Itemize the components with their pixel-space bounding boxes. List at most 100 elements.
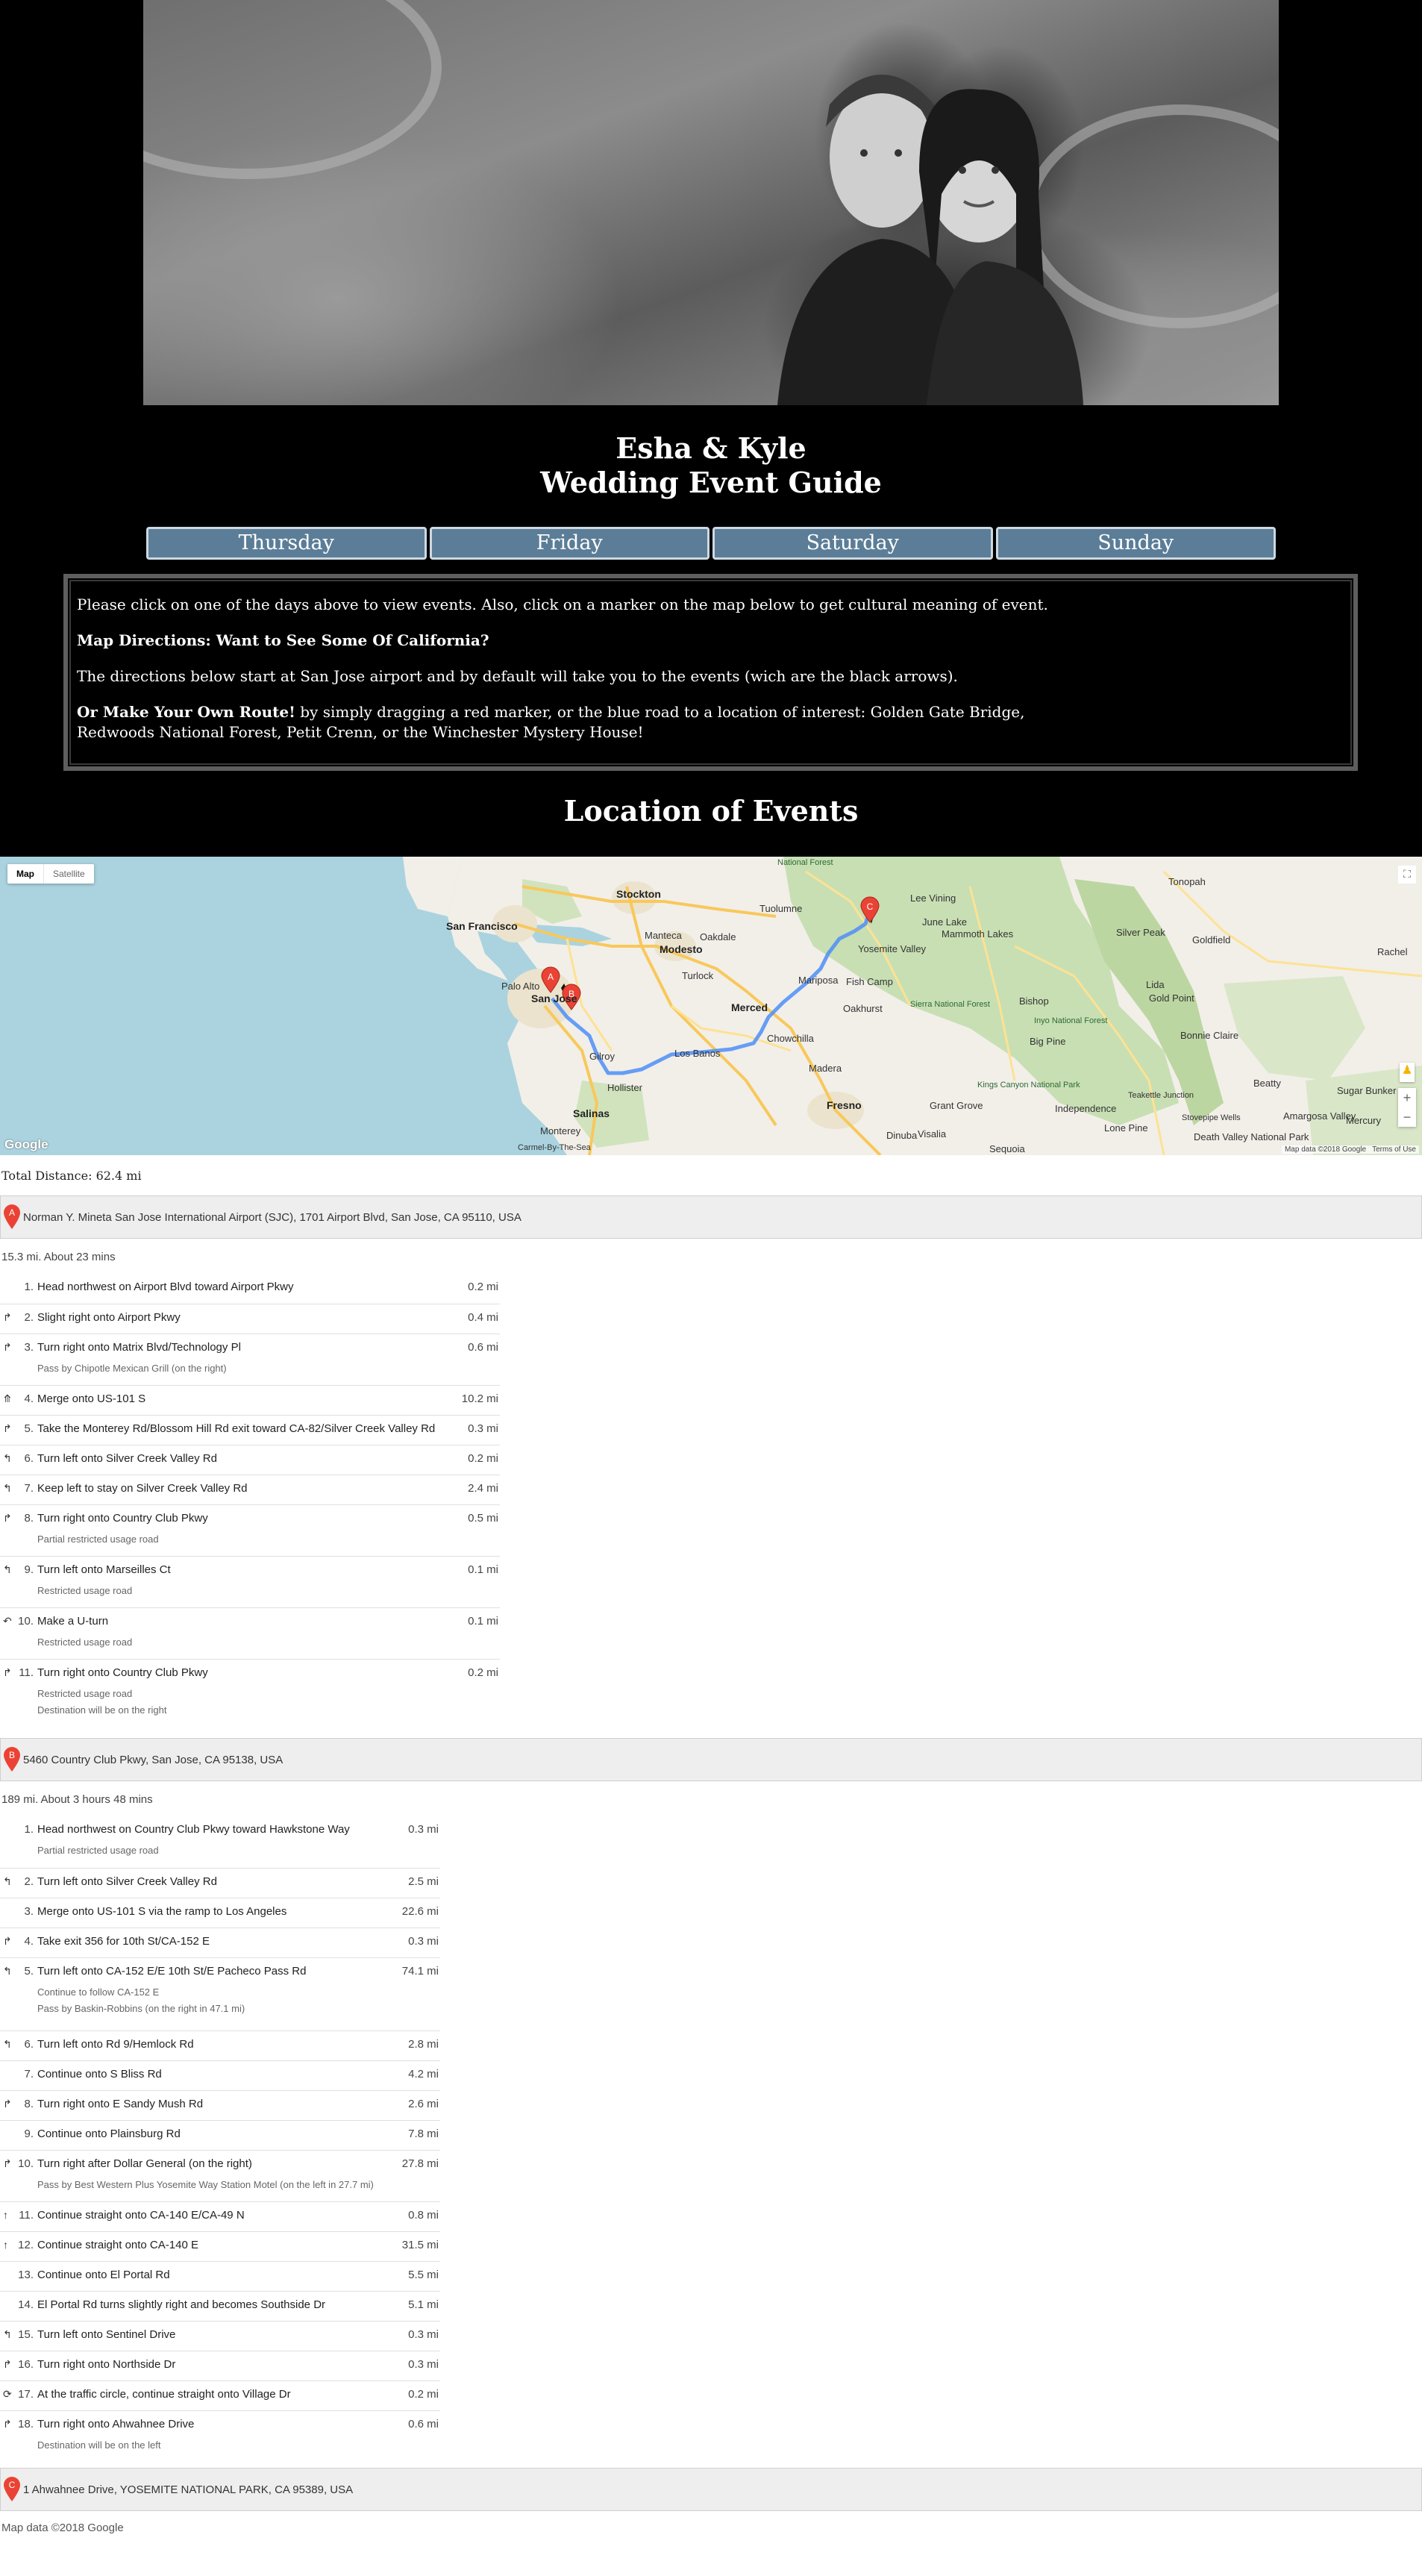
map-label: Tuolumne: [759, 903, 803, 914]
step-distance: 10.2 mi: [455, 1384, 500, 1415]
direction-step[interactable]: 1. Head northwest on Airport Blvd toward …: [0, 1274, 500, 1304]
step-number: 1.: [24, 1281, 34, 1293]
step-distance: 0.1 mi: [455, 1555, 500, 1607]
map-label: Palo Alto: [501, 981, 540, 992]
waypoint-b[interactable]: B 5460 Country Club Pkwy, San Jose, CA 9…: [0, 1738, 1422, 1781]
map-label: Stovepipe Wells: [1182, 1113, 1241, 1122]
map-label: Independence: [1055, 1103, 1117, 1114]
tab-saturday[interactable]: Saturday: [712, 527, 993, 560]
step-instruction: Turn right onto Matrix Blvd/Technology P…: [37, 1340, 241, 1354]
direction-step[interactable]: ↱ 11. Turn right onto Country Club Pkwy Res…: [0, 1658, 500, 1732]
step-note: Destination will be on the left: [37, 2439, 161, 2451]
map[interactable]: A B C San Francisco Stockton Modesto Mer…: [0, 857, 1422, 1155]
maneuver-icon: ↱: [0, 2089, 15, 2120]
direction-step[interactable]: 3. Merge onto US-101 S via the ramp to Lo…: [0, 1897, 440, 1928]
direction-step[interactable]: ↑ 12. Continue straight onto CA-140 E 31.5 …: [0, 2230, 440, 2261]
direction-step[interactable]: 9. Continue onto Plainsburg Rd 7.8 mi: [0, 2119, 440, 2150]
map-type-map-button[interactable]: Map: [7, 864, 43, 884]
direction-step[interactable]: ↰ 5. Turn left onto CA-152 E/E 10th St/E P…: [0, 1957, 440, 2031]
step-number: 12.: [15, 2230, 37, 2261]
direction-step[interactable]: ↰ 7. Keep left to stay on Silver Creek Val…: [0, 1474, 500, 1504]
direction-step[interactable]: ↱ 8. Turn right onto Country Club Pkwy Part…: [0, 1504, 500, 1556]
map-type-satellite-button[interactable]: Satellite: [43, 864, 94, 884]
direction-step[interactable]: ↶ 10. Make a U-turn Restricted usage road 0.…: [0, 1607, 500, 1659]
step-distance: 2.6 mi: [397, 2089, 440, 2120]
directions-panel: Total Distance: 62.4 mi A Norman Y. Mine…: [0, 1155, 1422, 2534]
step-number: 9.: [15, 2119, 37, 2150]
direction-step[interactable]: ↱ 10. Turn right after Dollar General (on …: [0, 2149, 440, 2201]
marker-b-icon: B: [1, 1747, 23, 1772]
direction-step[interactable]: ↰ 6. Turn left onto Silver Creek Valley Rd…: [0, 1444, 500, 1475]
svg-text:A: A: [548, 972, 554, 982]
direction-step[interactable]: ↰ 2. Turn left onto Silver Creek Valley Rd…: [0, 1867, 440, 1898]
maneuver-icon: [0, 2060, 15, 2090]
fullscreen-icon[interactable]: ⛶: [1398, 866, 1416, 884]
direction-step[interactable]: ↰ 15. Turn left onto Sentinel Drive 0.3 mi: [0, 2320, 440, 2351]
map-label: Hollister: [607, 1082, 642, 1093]
step-instruction: Take exit 356 for 10th St/CA-152 E: [37, 1934, 210, 1948]
step-instruction: Continue straight onto CA-140 E/CA-49 N: [37, 2208, 245, 2222]
map-label: Gilroy: [589, 1051, 615, 1062]
map-type-control: Map Satellite: [7, 864, 94, 884]
tab-thursday[interactable]: Thursday: [146, 527, 427, 560]
maneuver-icon: [0, 1816, 15, 1868]
map-label: Los Banos: [674, 1048, 721, 1059]
direction-step[interactable]: ⤊ 4. Merge onto US-101 S 10.2 mi: [0, 1384, 500, 1415]
zoom-control: + −: [1398, 1088, 1416, 1127]
direction-step[interactable]: ⟳ 17. At the traffic circle, continue stra…: [0, 2380, 440, 2410]
direction-step[interactable]: ↰ 6. Turn left onto Rd 9/Hemlock Rd 2.8 mi: [0, 2030, 440, 2060]
direction-step[interactable]: ↱ 18. Turn right onto Ahwahnee Drive Destin…: [0, 2410, 440, 2462]
step-note: Pass by Best Western Plus Yosemite Way S…: [37, 2178, 374, 2190]
waypoint-address: 5460 Country Club Pkwy, San Jose, CA 951…: [23, 1753, 284, 1766]
map-label: Lida: [1146, 979, 1165, 990]
step-number: 16.: [15, 2350, 37, 2380]
step-distance: 74.1 mi: [397, 1957, 440, 2031]
svg-text:B: B: [9, 1750, 15, 1760]
map-label: Turlock: [682, 970, 714, 981]
direction-step[interactable]: 14. El Portal Rd turns slightly right and…: [0, 2290, 440, 2321]
map-label: Beatty: [1253, 1078, 1281, 1089]
terms-link[interactable]: Terms of Use: [1372, 1145, 1416, 1154]
direction-step[interactable]: ↱ 16. Turn right onto Northside Dr 0.3 mi: [0, 2350, 440, 2380]
zoom-out-button[interactable]: −: [1398, 1107, 1416, 1127]
step-instruction: Turn right onto Country Club Pkwy: [37, 1666, 208, 1679]
map-label: Mammoth Lakes: [942, 928, 1014, 940]
direction-step[interactable]: ↱ 8. Turn right onto E Sandy Mush Rd 2.6 mi: [0, 2089, 440, 2120]
direction-step[interactable]: ↑ 11. Continue straight onto CA-140 E/CA-4…: [0, 2201, 440, 2231]
step-instruction: Keep left to stay on Silver Creek Valley…: [37, 1481, 248, 1495]
directions-heading: Map Directions: Want to See Some Of Cali…: [77, 631, 489, 649]
direction-step[interactable]: ↱ 3. Turn right onto Matrix Blvd/Technolog…: [0, 1333, 500, 1385]
maneuver-icon: ↱: [0, 2149, 15, 2201]
step-instruction: Turn left onto Silver Creek Valley Rd: [37, 1875, 217, 1888]
map-label: Chowchilla: [767, 1033, 814, 1044]
map-attribution: Map data ©2018 Google Terms of Use: [1281, 1145, 1419, 1154]
step-instruction: Take the Monterey Rd/Blossom Hill Rd exi…: [37, 1422, 436, 1435]
waypoint-c[interactable]: C 1 Ahwahnee Drive, YOSEMITE NATIONAL PA…: [0, 2468, 1422, 2511]
maneuver-icon: [0, 2119, 15, 2150]
direction-step[interactable]: ↱ 2. Slight right onto Airport Pkwy 0.4 mi: [0, 1303, 500, 1334]
direction-step[interactable]: 1. Head northwest on Country Club Pkwy to…: [0, 1816, 440, 1868]
tab-sunday[interactable]: Sunday: [995, 527, 1276, 560]
direction-step[interactable]: 7. Continue onto S Bliss Rd 4.2 mi: [0, 2060, 440, 2090]
step-instruction: Turn right onto Ahwahnee Drive: [37, 2417, 195, 2430]
maneuver-icon: ↱: [0, 1303, 15, 1334]
direction-step[interactable]: 13. Continue onto El Portal Rd 5.5 mi: [0, 2260, 440, 2291]
maneuver-icon: ↰: [0, 1867, 15, 1898]
map-label: June Lake: [922, 916, 967, 928]
step-instruction: Turn right after Dollar General (on the …: [37, 2157, 252, 2170]
map-canvas: A B C: [403, 857, 1422, 1155]
direction-step[interactable]: ↱ 4. Take exit 356 for 10th St/CA-152 E 0.3…: [0, 1927, 440, 1957]
map-label: National Forest: [777, 858, 833, 867]
direction-step[interactable]: ↰ 9. Turn left onto Marseilles Ct Restricte…: [0, 1555, 500, 1607]
direction-step[interactable]: ↱ 5. Take the Monterey Rd/Blossom Hill Rd …: [0, 1414, 500, 1445]
step-distance: 0.2 mi: [397, 2380, 440, 2410]
pegman-icon[interactable]: ♟: [1400, 1063, 1415, 1082]
tab-friday[interactable]: Friday: [429, 527, 710, 560]
svg-text:C: C: [9, 2480, 16, 2490]
step-number: 7.: [15, 2060, 37, 2090]
waypoint-a[interactable]: A Norman Y. Mineta San Jose Internationa…: [0, 1195, 1422, 1239]
step-note: Restricted usage road: [37, 1636, 133, 1648]
page-title-guide: Wedding Event Guide: [540, 466, 882, 499]
zoom-in-button[interactable]: +: [1398, 1088, 1416, 1107]
step-instruction: Turn right onto Northside Dr: [37, 2357, 176, 2371]
